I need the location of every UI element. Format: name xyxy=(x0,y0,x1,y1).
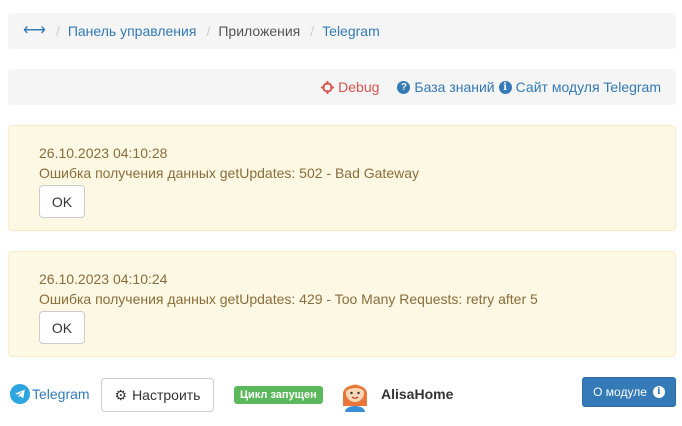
module-site-label: Сайт модуля Telegram xyxy=(515,79,661,95)
breadcrumb-applications: Приложения xyxy=(218,23,301,39)
info-circle-icon: i xyxy=(652,386,665,398)
avatar xyxy=(339,376,371,412)
alert-timestamp: 26.10.2023 04:10:28 xyxy=(39,145,168,161)
breadcrumb-telegram[interactable]: Telegram xyxy=(322,23,380,39)
module-toolbar: Debug ? База знаний i Сайт модуля Telegr… xyxy=(8,69,676,105)
gear-icon: ⚙ xyxy=(114,386,128,403)
telegram-module-label: Telegram xyxy=(32,386,90,402)
debug-link[interactable]: Debug xyxy=(321,79,379,95)
question-circle-icon: ? xyxy=(397,80,411,94)
module-footer: Telegram ⚙ Настроить Цикл запущен AlisaH… xyxy=(8,376,676,412)
debug-label: Debug xyxy=(338,79,380,95)
alert-timestamp: 26.10.2023 04:10:24 xyxy=(39,271,168,287)
about-module-label: О модуле xyxy=(593,385,647,399)
breadcrumb: ⟷ / Панель управления / Приложения / Tel… xyxy=(8,13,676,49)
user-name: AlisaHome xyxy=(381,386,454,402)
alert-message: Ошибка получения данных getUpdates: 429 … xyxy=(39,291,538,307)
warning-alert: 26.10.2023 04:10:24 Ошибка получения дан… xyxy=(8,251,676,357)
telegram-module-link[interactable]: Telegram xyxy=(10,384,90,404)
status-badge: Цикл запущен xyxy=(234,386,323,404)
arrows-horizontal-icon[interactable]: ⟷ xyxy=(23,23,46,39)
breadcrumb-separator: / xyxy=(310,23,315,39)
info-circle-icon: i xyxy=(498,80,512,94)
alert-message: Ошибка получения данных getUpdates: 502 … xyxy=(39,165,420,181)
module-site-link[interactable]: i Сайт модуля Telegram xyxy=(498,79,661,95)
knowledge-base-label: База знаний xyxy=(414,79,495,95)
setup-button[interactable]: ⚙ Настроить xyxy=(101,378,214,412)
breadcrumb-separator: / xyxy=(206,23,211,39)
ok-button[interactable]: OK xyxy=(39,185,85,218)
about-module-button[interactable]: О модуле i xyxy=(582,377,676,407)
breadcrumb-control-panel[interactable]: Панель управления xyxy=(68,23,197,39)
breadcrumb-separator: / xyxy=(55,23,60,39)
setup-label: Настроить xyxy=(132,387,201,403)
telegram-icon xyxy=(10,384,30,404)
ok-button[interactable]: OK xyxy=(39,311,85,344)
warning-alert: 26.10.2023 04:10:28 Ошибка получения дан… xyxy=(8,125,676,231)
crosshair-icon xyxy=(321,80,335,94)
knowledge-base-link[interactable]: ? База знаний xyxy=(397,79,495,95)
